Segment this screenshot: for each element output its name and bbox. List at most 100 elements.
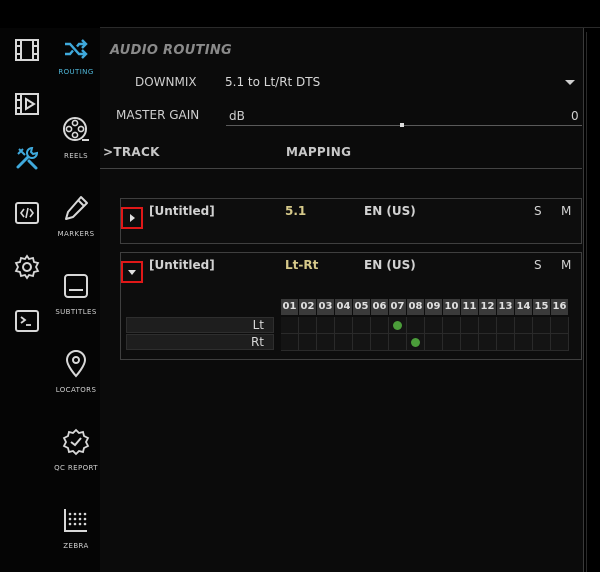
section-subnav: ROUTING REELS MARKERS SUBTITLES LOCATORS… xyxy=(52,28,100,572)
downmix-select[interactable]: 5.1 to Lt/Rt DTS xyxy=(225,75,320,89)
routing-cell[interactable] xyxy=(281,317,299,334)
routing-cell[interactable] xyxy=(317,317,335,334)
terminal-icon[interactable] xyxy=(13,307,40,334)
routing-cell[interactable] xyxy=(299,334,317,351)
subnav-item-subtitles[interactable]: SUBTITLES xyxy=(52,272,100,316)
track-language[interactable]: EN (US) xyxy=(364,204,416,218)
left-icon-rail xyxy=(0,28,52,572)
routing-cell[interactable] xyxy=(497,317,515,334)
mute-button[interactable]: M xyxy=(561,204,571,218)
routing-cell[interactable] xyxy=(407,334,425,351)
page-title: AUDIO ROUTING xyxy=(110,43,233,58)
mapping-column-header: MAPPING xyxy=(286,145,352,159)
channel-number: 13 xyxy=(497,299,515,315)
track-format: 5.1 xyxy=(285,204,307,218)
track-column-header[interactable]: >TRACK xyxy=(103,145,160,159)
channel-number: 06 xyxy=(371,299,389,315)
track-row[interactable]: [Untitled] 5.1 EN (US) S M xyxy=(120,198,582,244)
film-reel-icon xyxy=(62,116,90,148)
routing-cell[interactable] xyxy=(443,317,461,334)
routing-cell[interactable] xyxy=(299,317,317,334)
film-strip-icon[interactable] xyxy=(13,36,40,63)
channel-number: 15 xyxy=(533,299,551,315)
downmix-label: DOWNMIX xyxy=(135,75,197,89)
mute-button[interactable]: M xyxy=(561,258,571,272)
solo-button[interactable]: S xyxy=(534,258,542,272)
video-player-icon[interactable] xyxy=(13,90,40,117)
map-pin-icon xyxy=(62,350,90,382)
channel-number: 09 xyxy=(425,299,443,315)
badge-check-icon xyxy=(62,428,90,460)
master-gain-slider-thumb[interactable] xyxy=(400,123,404,127)
channel-number: 05 xyxy=(353,299,371,315)
subnav-label: SUBTITLES xyxy=(55,308,97,316)
header-divider xyxy=(100,168,582,169)
matrix-row-lt xyxy=(281,317,569,334)
subtitles-icon xyxy=(62,272,90,304)
routing-cell[interactable] xyxy=(371,334,389,351)
routing-cell[interactable] xyxy=(281,334,299,351)
routing-cell[interactable] xyxy=(317,334,335,351)
routing-cell[interactable] xyxy=(479,317,497,334)
routing-cell[interactable] xyxy=(551,317,569,334)
routing-cell[interactable] xyxy=(389,317,407,334)
channel-number: 03 xyxy=(317,299,335,315)
track-language[interactable]: EN (US) xyxy=(364,258,416,272)
routing-cell[interactable] xyxy=(443,334,461,351)
routing-cell[interactable] xyxy=(551,334,569,351)
channel-number: 11 xyxy=(461,299,479,315)
master-gain-label: MASTER GAIN xyxy=(116,108,200,122)
channel-number: 16 xyxy=(551,299,569,315)
routing-cell[interactable] xyxy=(425,334,443,351)
track-name[interactable]: [Untitled] xyxy=(149,204,215,218)
subnav-item-reels[interactable]: REELS xyxy=(52,116,100,160)
zebra-chart-icon xyxy=(62,506,90,538)
subnav-item-zebra[interactable]: ZEBRA xyxy=(52,506,100,550)
collapse-track-button[interactable] xyxy=(121,261,143,283)
channel-header-row: 01 02 03 04 05 06 07 08 09 10 11 12 13 14 15 16 xyxy=(281,299,569,315)
routing-cell[interactable] xyxy=(479,334,497,351)
gear-icon[interactable] xyxy=(13,253,40,280)
tools-icon[interactable] xyxy=(13,144,40,171)
routing-cell[interactable] xyxy=(407,317,425,334)
shuffle-icon xyxy=(63,38,89,64)
routing-cell[interactable] xyxy=(533,334,551,351)
chevron-down-icon xyxy=(128,269,136,275)
routing-cell[interactable] xyxy=(335,334,353,351)
matrix-row-rt xyxy=(281,334,569,351)
solo-button[interactable]: S xyxy=(534,204,542,218)
channel-number: 08 xyxy=(407,299,425,315)
matrix-row-label: Rt xyxy=(126,334,274,350)
pencil-icon xyxy=(62,194,90,226)
routing-cell[interactable] xyxy=(497,334,515,351)
routing-cell[interactable] xyxy=(371,317,389,334)
channel-number: 02 xyxy=(299,299,317,315)
channel-number: 12 xyxy=(479,299,497,315)
panel-scrollbar[interactable] xyxy=(586,32,587,572)
subnav-label: ROUTING xyxy=(58,68,94,76)
channel-number: 04 xyxy=(335,299,353,315)
routing-cell[interactable] xyxy=(425,317,443,334)
expand-track-button[interactable] xyxy=(121,207,143,229)
routing-cell[interactable] xyxy=(515,317,533,334)
subnav-item-qc-report[interactable]: QC REPORT xyxy=(52,428,100,472)
subnav-item-routing[interactable]: ROUTING xyxy=(52,38,100,76)
subnav-label: QC REPORT xyxy=(54,464,98,472)
subnav-label: ZEBRA xyxy=(63,542,89,550)
master-gain-slider[interactable] xyxy=(226,125,582,126)
routing-cell[interactable] xyxy=(389,334,407,351)
code-icon[interactable] xyxy=(13,199,40,226)
routing-cell[interactable] xyxy=(461,317,479,334)
routing-cell[interactable] xyxy=(353,334,371,351)
routing-cell[interactable] xyxy=(353,317,371,334)
routing-cell[interactable] xyxy=(515,334,533,351)
chevron-down-icon[interactable] xyxy=(565,80,575,85)
channel-number: 10 xyxy=(443,299,461,315)
routing-dot xyxy=(411,337,420,347)
track-name[interactable]: [Untitled] xyxy=(149,258,215,272)
subnav-item-markers[interactable]: MARKERS xyxy=(52,194,100,238)
routing-cell[interactable] xyxy=(461,334,479,351)
subnav-item-locators[interactable]: LOCATORS xyxy=(52,350,100,394)
routing-cell[interactable] xyxy=(533,317,551,334)
routing-cell[interactable] xyxy=(335,317,353,334)
